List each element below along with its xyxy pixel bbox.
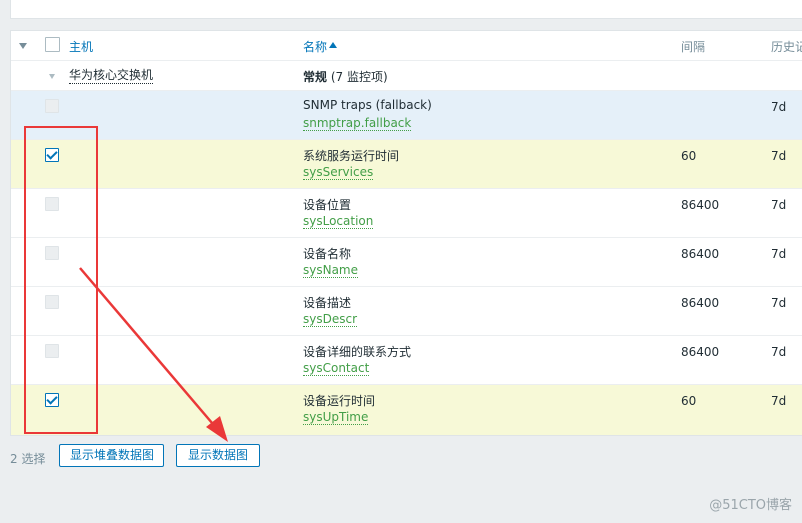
annotation-arrow-line xyxy=(79,267,219,431)
watermark: @51CTO博客 xyxy=(709,498,792,513)
annotation-arrow xyxy=(79,267,228,442)
